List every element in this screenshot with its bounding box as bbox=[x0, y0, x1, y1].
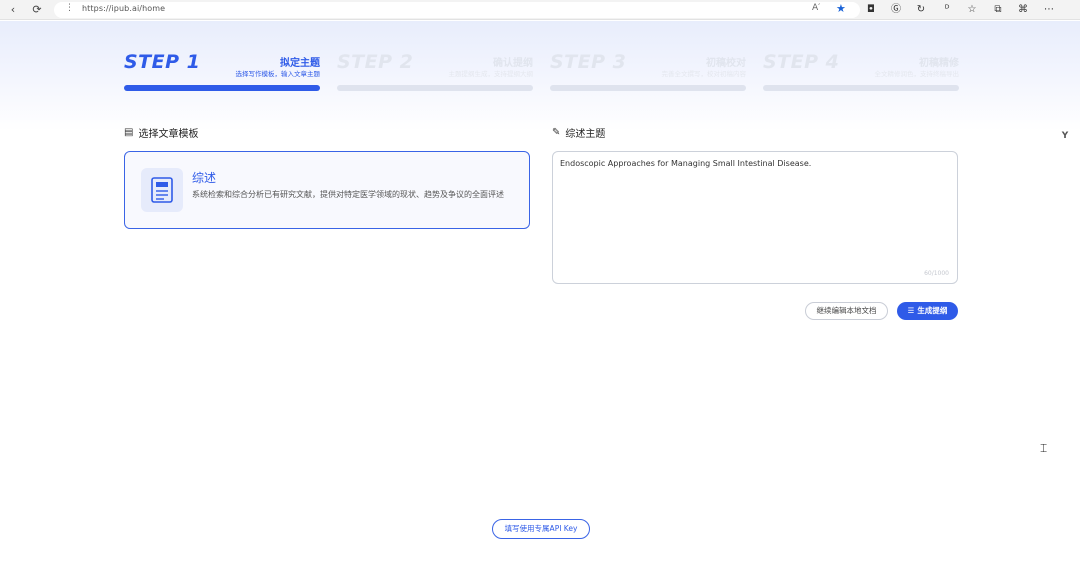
step-progress-bar bbox=[337, 85, 533, 91]
step-description: 完善全文撰写，校对初稿内容 bbox=[661, 70, 747, 78]
character-count: 60/1000 bbox=[924, 270, 949, 277]
topic-text-value[interactable]: Endoscopic Approaches for Managing Small… bbox=[560, 159, 811, 168]
step-title: 初稿精修 bbox=[919, 58, 959, 69]
step-description: 选择写作模板，输入文章主题 bbox=[235, 70, 321, 78]
step-progress-bar bbox=[124, 85, 320, 91]
step-number: STEP 4 bbox=[763, 51, 840, 73]
step-number: STEP 1 bbox=[124, 51, 201, 73]
generate-outline-label: 生成提纲 bbox=[917, 306, 948, 315]
step-description: 全文精修润色，支持终稿导出 bbox=[874, 70, 960, 78]
step-title: 确认提纲 bbox=[493, 58, 533, 69]
template-card-review[interactable]: 综述 系统检索和综合分析已有研究文献，提供对特定医学领域的现状、趋势及争议的全面… bbox=[124, 151, 530, 229]
step-4: STEP 4 初稿精修 全文精修润色，支持终稿导出 bbox=[763, 51, 959, 91]
refresh-extension-icon[interactable]: ↻ bbox=[914, 3, 928, 17]
step-3: STEP 3 初稿校对 完善全文撰写，校对初稿内容 bbox=[550, 51, 746, 91]
site-info-icon[interactable]: ⋮ bbox=[65, 3, 74, 13]
step-1: STEP 1 拟定主题 选择写作模板，输入文章主题 bbox=[124, 51, 320, 91]
step-title: 初稿校对 bbox=[706, 58, 746, 69]
template-section-title: ▤ 选择文章模板 bbox=[124, 125, 198, 140]
extension-shield-icon[interactable]: ◘ bbox=[864, 3, 878, 17]
extension-puzzle-icon[interactable]: ⌘ bbox=[1016, 3, 1030, 17]
template-name: 综述 bbox=[192, 171, 217, 185]
extension-g-icon[interactable]: Ⓖ bbox=[889, 3, 903, 17]
topic-section-title: ✎ 综述主题 bbox=[552, 125, 605, 140]
favorite-star-icon[interactable]: ★ bbox=[836, 2, 846, 15]
step-number: STEP 3 bbox=[550, 51, 627, 73]
step-description: 主题提纲生成，支持提纲大纲 bbox=[448, 70, 534, 78]
browser-toolbar: ‹ ⟳ ⋮ https://ipub.ai/home A′ ★ ◘ Ⓖ ↻ ᴰ … bbox=[0, 0, 1080, 20]
generate-outline-button[interactable]: ☰ 生成提纲 bbox=[897, 302, 958, 320]
step-progress-bar bbox=[763, 85, 959, 91]
text-cursor-icon: ⌶ bbox=[1040, 441, 1048, 455]
template-section-label: 选择文章模板 bbox=[138, 129, 199, 140]
more-menu-icon[interactable]: ⋯ bbox=[1042, 3, 1056, 17]
outline-icon: ☰ bbox=[907, 306, 915, 315]
step-title: 拟定主题 bbox=[280, 58, 320, 69]
step-number: STEP 2 bbox=[337, 51, 414, 73]
back-icon[interactable]: ‹ bbox=[6, 3, 20, 17]
edit-icon: ✎ bbox=[552, 127, 561, 138]
page-content: STEP 1 拟定主题 选择写作模板，输入文章主题 STEP 2 确认提纲 主题… bbox=[0, 21, 1080, 566]
read-aloud-icon[interactable]: A′ bbox=[812, 3, 820, 13]
reload-icon[interactable]: ⟳ bbox=[30, 3, 44, 17]
book-icon bbox=[141, 168, 183, 212]
api-key-button[interactable]: 填写使用专属API Key bbox=[492, 519, 590, 539]
topic-textarea[interactable]: Endoscopic Approaches for Managing Small… bbox=[552, 151, 958, 284]
extension-w-icon[interactable]: ᴰ bbox=[940, 3, 954, 17]
step-2: STEP 2 确认提纲 主题提纲生成，支持提纲大纲 bbox=[337, 51, 533, 91]
address-url[interactable]: https://ipub.ai/home bbox=[82, 4, 165, 13]
step-progress-bar bbox=[550, 85, 746, 91]
side-assistant-icon[interactable]: Y bbox=[1058, 129, 1072, 143]
extension-star-icon[interactable]: ☆ bbox=[965, 3, 979, 17]
document-icon: ▤ bbox=[124, 127, 134, 138]
topic-section-label: 综述主题 bbox=[565, 129, 606, 140]
continue-editing-local-button[interactable]: 继续编辑本地文档 bbox=[805, 302, 888, 320]
address-bar[interactable]: ⋮ https://ipub.ai/home A′ ★ bbox=[54, 2, 860, 18]
template-description: 系统检索和综合分析已有研究文献，提供对特定医学领域的现状、趋势及争议的全面评述 bbox=[192, 190, 504, 199]
extension-tabs-icon[interactable]: ⧉ bbox=[991, 3, 1005, 17]
